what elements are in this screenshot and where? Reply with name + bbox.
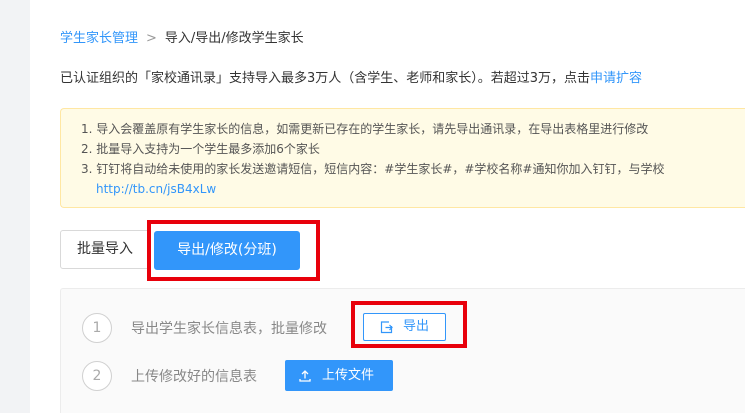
- upload-file-button[interactable]: 上传文件: [285, 360, 393, 391]
- intro-message: 已认证组织的「家校通讯录」支持导入最多3万人（含学生、老师和家长）。若超过3万，…: [60, 71, 591, 86]
- breadcrumb-current: 导入/导出/修改学生家长: [164, 31, 304, 46]
- export-button-label: 导出: [403, 319, 430, 334]
- intro-text: 已认证组织的「家校通讯录」支持导入最多3万人（含学生、老师和家长）。若超过3万，…: [60, 67, 642, 86]
- apply-expansion-link[interactable]: 申请扩容: [590, 71, 642, 86]
- export-button[interactable]: 导出: [363, 313, 446, 341]
- breadcrumb: 学生家长管理 > 导入/导出/修改学生家长: [60, 27, 304, 46]
- tab-export-modify[interactable]: 导出/修改(分班): [154, 231, 300, 270]
- step-2-number: 2: [82, 361, 112, 391]
- notice-url-link[interactable]: http://tb.cn/jsB4xLw: [81, 179, 745, 199]
- notice-line-3: 3. 钉钉将自动给未使用的家长发送邀请短信，短信内容：#学生家长#，#学校名称#…: [81, 162, 665, 176]
- breadcrumb-separator: >: [146, 31, 157, 46]
- notice-line-1: 1. 导入会覆盖原有学生家长的信息，如需更新已存在的学生家长，请先导出通讯录，在…: [81, 122, 649, 136]
- upload-icon: [299, 370, 311, 382]
- breadcrumb-parent-link[interactable]: 学生家长管理: [60, 31, 138, 46]
- notice-box: 1. 导入会覆盖原有学生家长的信息，如需更新已存在的学生家长，请先导出通讯录，在…: [60, 108, 745, 208]
- notice-line-2: 2. 批量导入支持为一个学生最多添加6个家长: [81, 142, 320, 156]
- tab-batch-import[interactable]: 批量导入: [60, 230, 150, 269]
- export-icon: [380, 321, 393, 334]
- step-2-text: 上传修改好的信息表: [131, 369, 257, 385]
- step-1-text: 导出学生家长信息表，批量修改: [131, 321, 327, 337]
- upload-button-label: 上传文件: [322, 368, 375, 383]
- step-1-number: 1: [82, 313, 112, 343]
- steps-panel: 1 导出学生家长信息表，批量修改 导出 2 上传修改好的信息表 上传文件: [60, 288, 745, 413]
